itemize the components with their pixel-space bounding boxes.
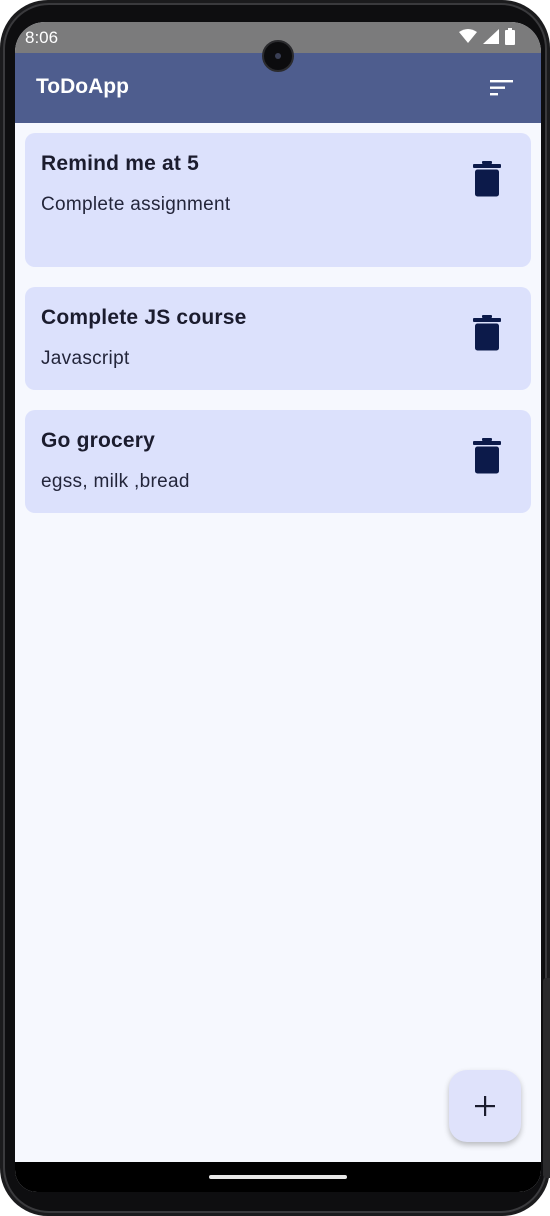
sort-button[interactable] xyxy=(485,73,519,103)
plus-icon xyxy=(475,1096,495,1116)
todo-card[interactable]: Remind me at 5 Complete assignment xyxy=(25,133,531,267)
app-title: ToDoApp xyxy=(36,75,129,98)
trash-icon xyxy=(473,315,501,351)
front-camera xyxy=(262,40,294,72)
sort-icon xyxy=(490,80,513,96)
phone-frame: 8:06 ToDoApp Remind me at 5 Complete ass… xyxy=(0,0,550,1216)
cellular-signal-icon xyxy=(483,29,499,44)
todo-card[interactable]: Complete JS course Javascript xyxy=(25,287,531,390)
todo-title: Remind me at 5 xyxy=(41,152,200,175)
status-icons xyxy=(459,28,515,45)
status-time: 8:06 xyxy=(25,28,59,47)
home-indicator[interactable] xyxy=(209,1175,347,1179)
delete-button[interactable] xyxy=(473,161,501,197)
navigation-bar xyxy=(15,1162,541,1192)
todo-title: Go grocery xyxy=(41,429,156,452)
todo-card[interactable]: Go grocery egss, milk ,bread xyxy=(25,410,531,513)
todo-title: Complete JS course xyxy=(41,306,247,329)
battery-icon xyxy=(505,28,515,45)
wifi-icon xyxy=(459,29,477,43)
side-button xyxy=(543,978,550,1178)
todo-description: Javascript xyxy=(41,348,130,369)
trash-icon xyxy=(473,161,501,197)
todo-list: Remind me at 5 Complete assignment Compl… xyxy=(25,133,531,533)
screen: 8:06 ToDoApp Remind me at 5 Complete ass… xyxy=(15,22,541,1192)
delete-button[interactable] xyxy=(473,315,501,351)
trash-icon xyxy=(473,438,501,474)
todo-description: Complete assignment xyxy=(41,194,231,215)
add-todo-button[interactable] xyxy=(449,1070,521,1142)
todo-description: egss, milk ,bread xyxy=(41,471,190,492)
delete-button[interactable] xyxy=(473,438,501,474)
